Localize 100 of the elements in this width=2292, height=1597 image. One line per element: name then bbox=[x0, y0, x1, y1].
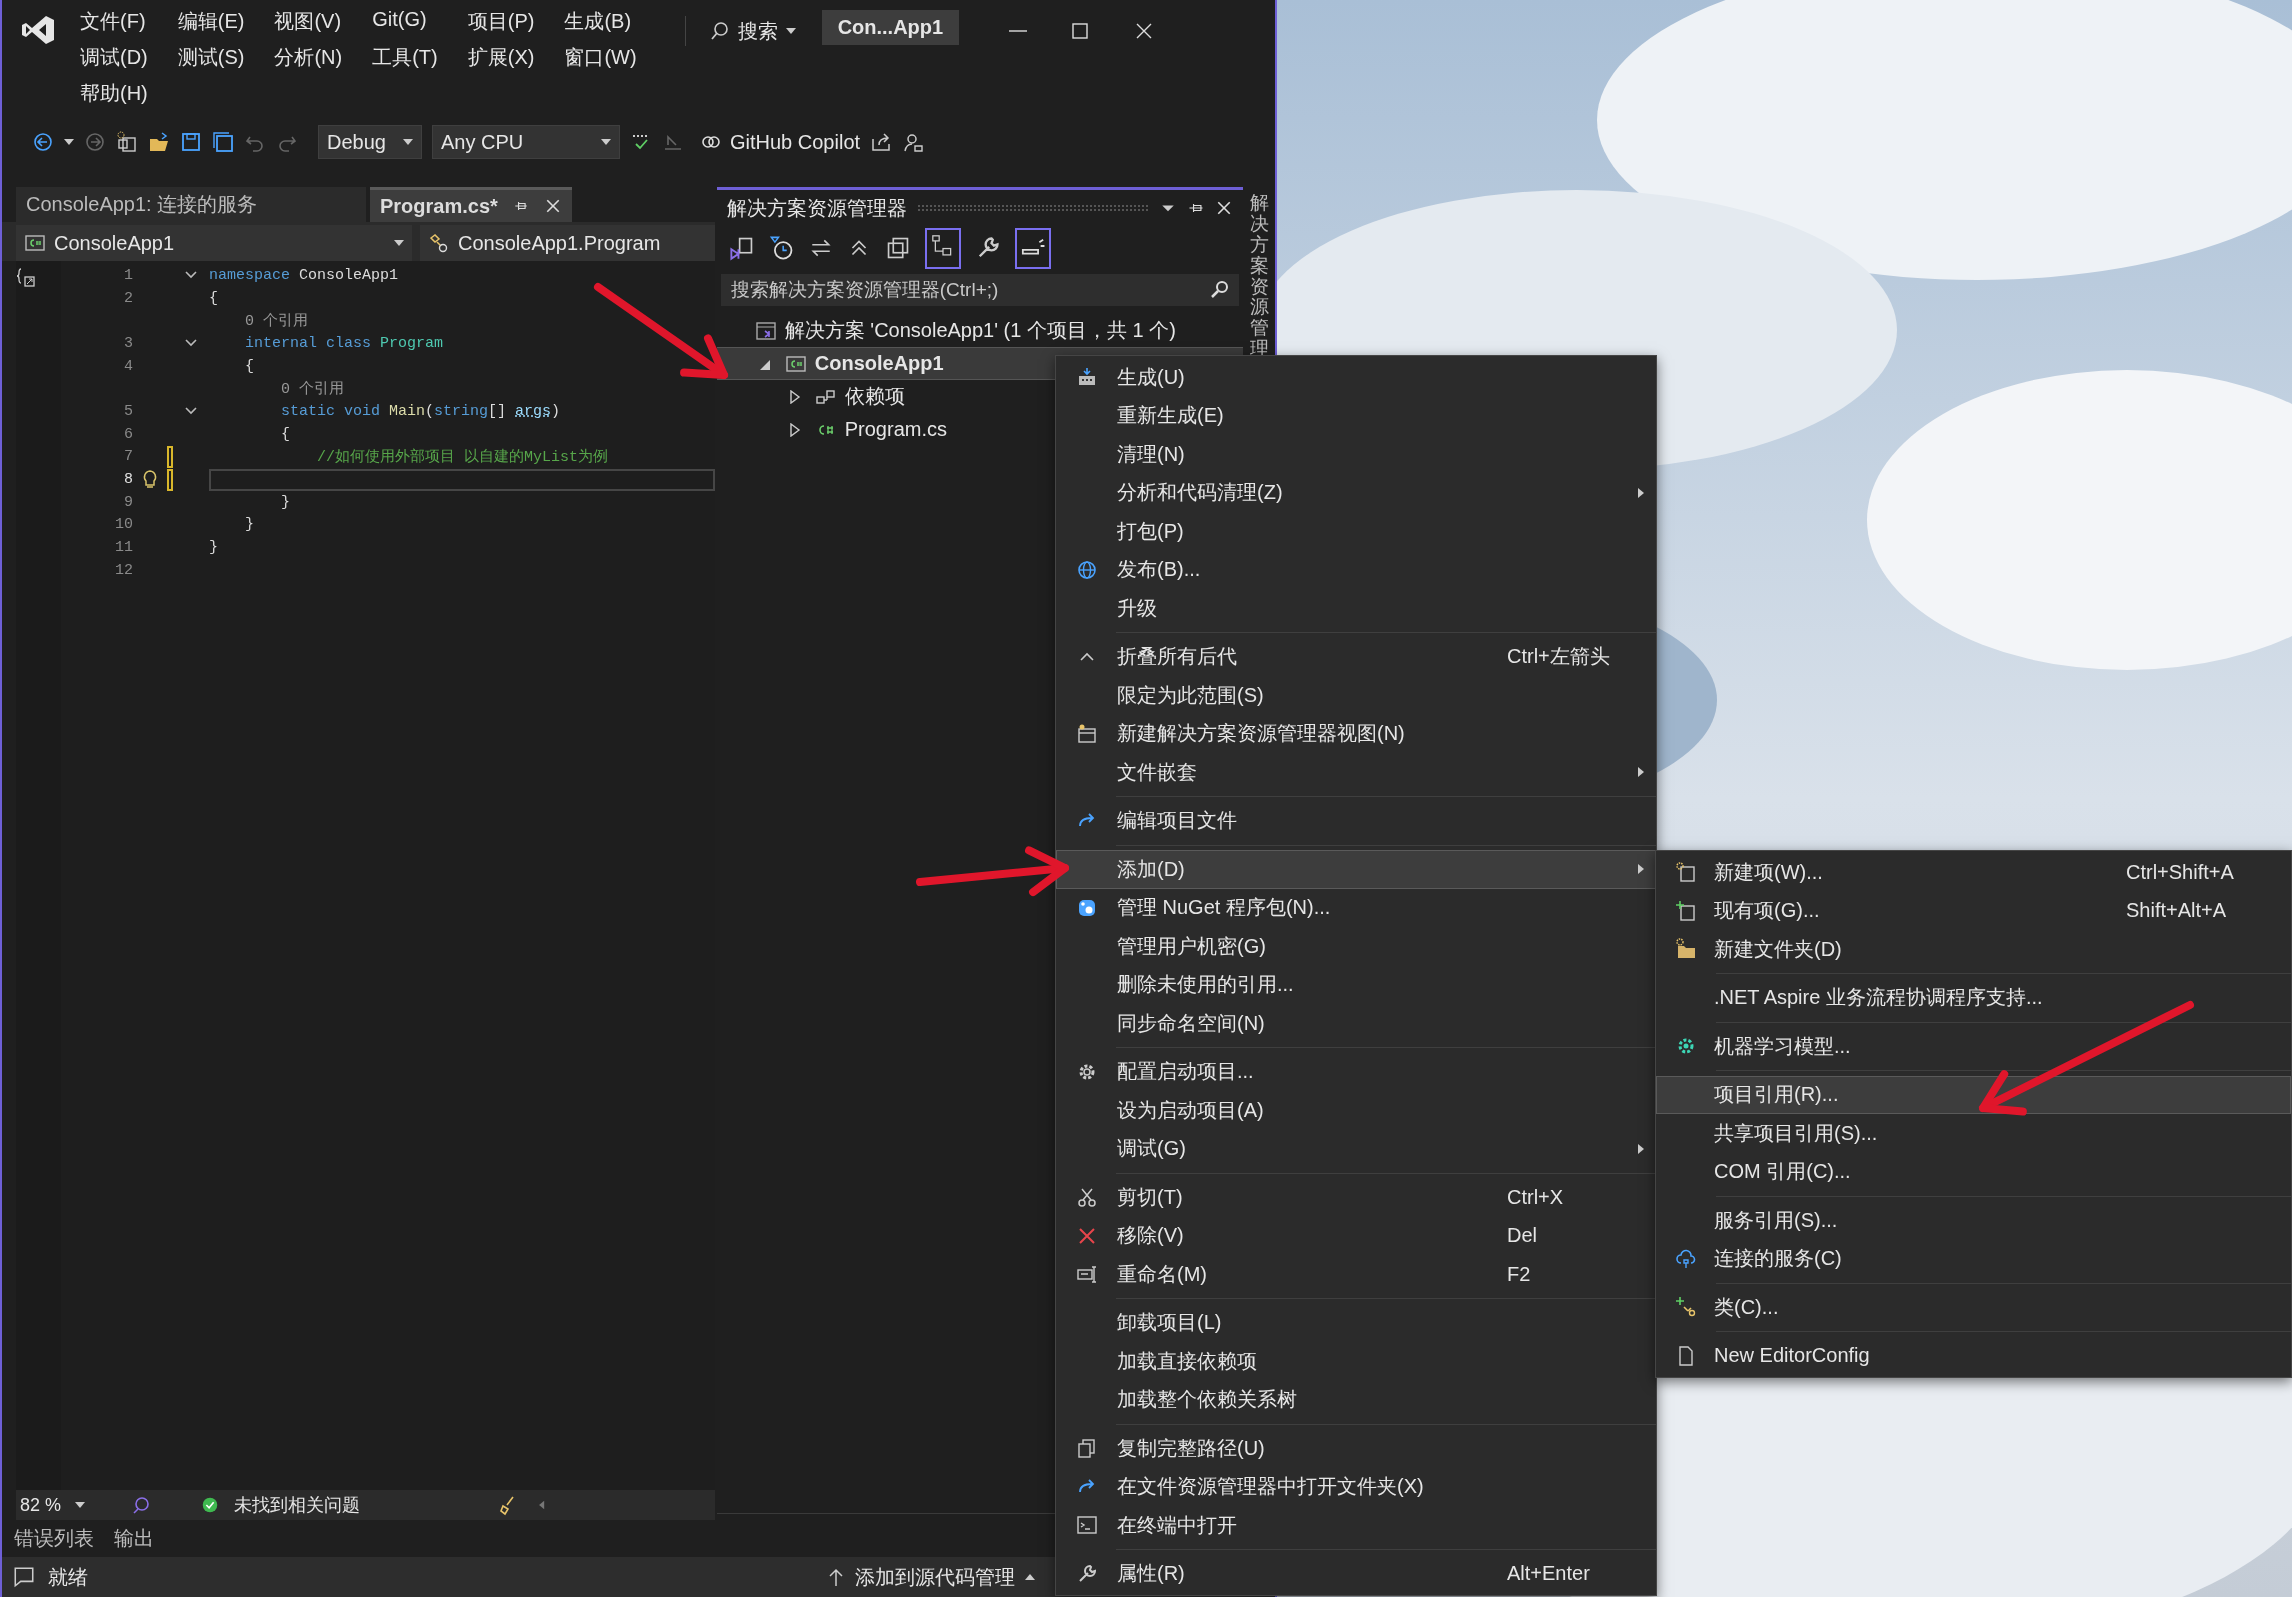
document-tab[interactable]: ConsoleApp1: 连接的服务 bbox=[16, 187, 366, 222]
menu-item[interactable]: 项目引用(R)... bbox=[1656, 1075, 2291, 1114]
menu-item[interactable]: 调试(G) bbox=[1056, 1129, 1656, 1168]
fold-chevron-icon[interactable] bbox=[184, 270, 198, 281]
zoom-dropdown[interactable]: 82 % bbox=[20, 1494, 116, 1516]
save-icon bbox=[180, 131, 202, 153]
menu-item[interactable]: 同步命名空间(N) bbox=[1056, 1004, 1656, 1043]
forward-icon bbox=[84, 131, 106, 153]
menu-item[interactable]: Git(G) bbox=[372, 8, 438, 35]
source-control-button[interactable]: 添加到源代码管理 bbox=[827, 1563, 1035, 1591]
tool-window-tab[interactable]: 错误列表 bbox=[14, 1525, 94, 1552]
menu-item[interactable]: 视图(V) bbox=[274, 8, 343, 35]
menu-item[interactable]: 发布(B)... bbox=[1056, 550, 1656, 589]
notification-icon bbox=[12, 1565, 36, 1589]
menu-item[interactable]: 添加(D) bbox=[1056, 850, 1656, 889]
lightbulb-icon[interactable] bbox=[142, 469, 158, 490]
expander-icon[interactable] bbox=[788, 422, 801, 437]
search-field[interactable]: 搜索解决方案资源管理器(Ctrl+;) bbox=[720, 274, 1240, 306]
menu-item[interactable]: 调试(D) bbox=[80, 44, 148, 71]
code-line: } bbox=[244, 515, 255, 536]
platform-dropdown[interactable]: Any CPU bbox=[432, 125, 620, 159]
menu-item[interactable]: 移除(V) Del bbox=[1056, 1216, 1656, 1255]
menu-item[interactable]: 打包(P) bbox=[1056, 512, 1656, 551]
menu-item[interactable]: 扩展(X) bbox=[467, 44, 535, 71]
menu-item[interactable]: 折叠所有后代 Ctrl+左箭头 bbox=[1056, 637, 1656, 676]
fold-chevron-icon[interactable] bbox=[184, 338, 198, 349]
menu-item[interactable]: 删除未使用的引用... bbox=[1056, 965, 1656, 1004]
fold-chevron-icon[interactable] bbox=[184, 406, 198, 417]
menu-item[interactable]: 工具(T) bbox=[372, 44, 438, 71]
menu-item[interactable]: 分析(N) bbox=[274, 44, 343, 71]
menu-item[interactable]: 分析和代码清理(Z) bbox=[1056, 473, 1656, 512]
switch-views-icon bbox=[728, 235, 755, 261]
menu-item[interactable]: 现有项(G)... Shift+Alt+A bbox=[1656, 891, 2291, 930]
document-tab[interactable]: Program.cs* bbox=[370, 187, 572, 222]
caret-icon bbox=[75, 1502, 86, 1508]
menu-item[interactable]: 新建解决方案资源管理器视图(N) bbox=[1056, 714, 1656, 753]
code-line: //如何使用外部项目 以自建的MyList为例 bbox=[316, 447, 610, 468]
menu-item[interactable]: 升级 bbox=[1056, 589, 1656, 628]
new-view-icon bbox=[1076, 722, 1098, 745]
menu-item[interactable]: 加载整个依赖关系树 bbox=[1056, 1380, 1656, 1419]
menu-item[interactable]: 属性(R) Alt+Enter bbox=[1056, 1554, 1656, 1593]
copilot-button[interactable]: GitHub Copilot bbox=[700, 130, 861, 154]
menu-item[interactable]: 窗口(W) bbox=[564, 44, 637, 71]
menu-item[interactable]: 共享项目引用(S)... bbox=[1656, 1114, 2291, 1153]
cloud-plug-icon bbox=[1674, 1247, 1697, 1270]
minimize-icon[interactable] bbox=[1009, 30, 1028, 32]
menu-item[interactable]: 配置启动项目... bbox=[1056, 1052, 1656, 1091]
project-dropdown[interactable]: ConsoleApp1 bbox=[16, 225, 412, 261]
class-icon bbox=[428, 232, 450, 254]
line-number: 5 bbox=[123, 402, 133, 420]
caret-icon bbox=[785, 28, 796, 34]
menu-item[interactable]: New EditorConfig bbox=[1656, 1336, 2291, 1375]
tool-window-tab[interactable]: 输出 bbox=[114, 1525, 154, 1552]
menu-item[interactable]: 新建项(W)... Ctrl+Shift+A bbox=[1656, 853, 2291, 892]
menu-item[interactable]: 项目(P) bbox=[467, 8, 535, 35]
menu-item[interactable]: 剪切(T) Ctrl+X bbox=[1056, 1178, 1656, 1217]
save-all-icon bbox=[212, 131, 234, 153]
menu-item[interactable]: 生成(B) bbox=[564, 8, 637, 35]
caret-icon bbox=[64, 139, 74, 145]
class-icon bbox=[1674, 1296, 1697, 1319]
code-line: internal class Program bbox=[244, 333, 445, 354]
search-button[interactable]: 搜索 bbox=[684, 16, 796, 46]
menu-item[interactable]: 重命名(M) F2 bbox=[1056, 1255, 1656, 1294]
csharp-project-icon bbox=[24, 232, 46, 254]
menu-item[interactable]: 帮助(H) bbox=[80, 80, 148, 107]
configuration-dropdown[interactable]: Debug bbox=[318, 125, 422, 159]
menu-item[interactable]: 连接的服务(C) bbox=[1656, 1239, 2291, 1278]
type-dropdown[interactable]: ConsoleApp1.Program bbox=[420, 225, 715, 261]
menu-item[interactable]: 加载直接依赖项 bbox=[1056, 1342, 1656, 1381]
expander-icon[interactable] bbox=[788, 389, 801, 404]
menu-item[interactable]: .NET Aspire 业务流程协调程序支持... bbox=[1656, 978, 2291, 1017]
menu-item[interactable]: 服务引用(S)... bbox=[1656, 1201, 2291, 1240]
menu-item[interactable]: 机器学习模型... bbox=[1656, 1027, 2291, 1066]
menu-item[interactable]: 管理用户机密(G) bbox=[1056, 927, 1656, 966]
reference-count[interactable]: 0 个引用 bbox=[209, 311, 308, 331]
add-item-icon bbox=[1674, 899, 1697, 922]
menu-item[interactable]: 复制完整路径(U) bbox=[1056, 1429, 1656, 1468]
menu-item[interactable]: 测试(S) bbox=[177, 44, 245, 71]
issues-status: 未找到相关问题 bbox=[234, 1494, 361, 1517]
code-line: } bbox=[280, 492, 291, 513]
line-number: 6 bbox=[123, 425, 133, 443]
menu-item[interactable]: 管理 NuGet 程序包(N)... bbox=[1056, 888, 1656, 927]
menu-item[interactable]: 限定为此范围(S) bbox=[1056, 676, 1656, 715]
menu-item[interactable]: 在终端中打开 bbox=[1056, 1506, 1656, 1545]
new-item-icon bbox=[1674, 861, 1697, 884]
tree-item[interactable]: 解决方案 'ConsoleApp1' (1 个项目，共 1 个) bbox=[716, 314, 1244, 347]
caret-icon bbox=[1025, 1574, 1035, 1580]
menu-item[interactable]: 编辑(E) bbox=[177, 8, 245, 35]
menu-item[interactable]: 在文件资源管理器中打开文件夹(X) bbox=[1056, 1467, 1656, 1506]
menu-item[interactable]: COM 引用(C)... bbox=[1656, 1152, 2291, 1191]
menu-item[interactable]: 重新生成(E) bbox=[1056, 396, 1656, 435]
menu-item[interactable]: 清理(N) bbox=[1056, 435, 1656, 474]
menu-item[interactable]: 卸载项目(L) bbox=[1056, 1303, 1656, 1342]
menu-item[interactable]: 文件(F) bbox=[80, 8, 148, 35]
menu-item[interactable]: 新建文件夹(D) bbox=[1656, 930, 2291, 969]
menu-item[interactable]: 文件嵌套 bbox=[1056, 753, 1656, 792]
menu-item[interactable]: 设为启动项目(A) bbox=[1056, 1091, 1656, 1130]
menu-item[interactable]: 类(C)... bbox=[1656, 1288, 2291, 1327]
menu-item[interactable]: 编辑项目文件 bbox=[1056, 801, 1656, 840]
reference-count[interactable]: 0 个引用 bbox=[209, 379, 344, 399]
